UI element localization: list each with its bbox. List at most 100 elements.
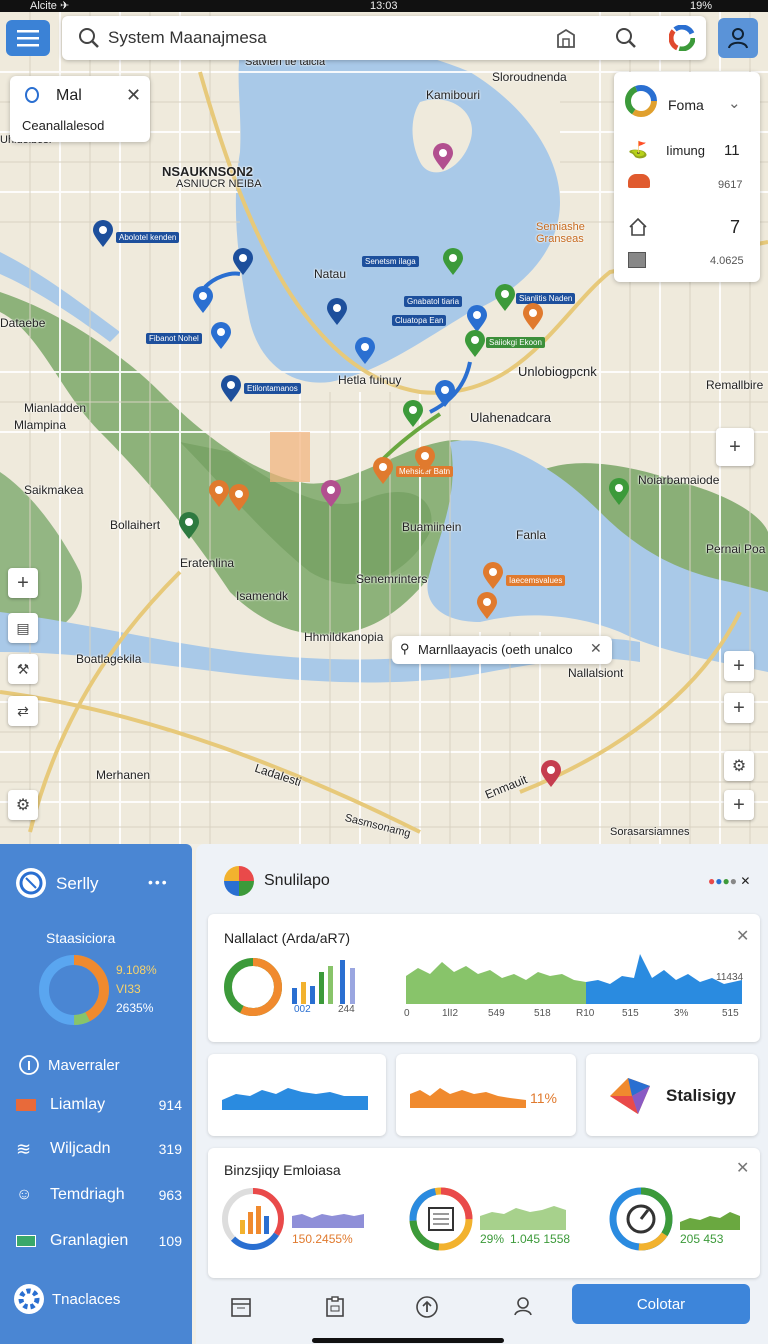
zoom-in-button[interactable]: + — [724, 651, 754, 681]
left-list-item[interactable]: ≋ Wiljcadn 319 — [16, 1134, 182, 1164]
location-pin[interactable] — [522, 303, 544, 331]
color-wheel-icon[interactable] — [668, 24, 696, 52]
location-pin[interactable] — [354, 337, 376, 365]
sparkline-card[interactable] — [208, 1054, 386, 1136]
location-pin[interactable] — [608, 478, 630, 506]
zoom-in-button[interactable]: + — [716, 428, 754, 466]
search-bar[interactable]: System Maanajmesa — [62, 16, 706, 60]
carrier-label: Alcite ✈ — [30, 0, 70, 12]
location-pin[interactable] — [92, 220, 114, 248]
search-icon[interactable] — [612, 24, 640, 52]
clipboard-icon[interactable] — [320, 1292, 350, 1322]
pie-icon — [224, 866, 254, 896]
left-list-item[interactable]: ☺ Temdriagh 963 — [16, 1180, 182, 1210]
close-icon[interactable]: ✕ — [736, 926, 749, 946]
layers-icon — [625, 85, 657, 117]
left-list-item[interactable]: Granlagien 109 — [16, 1226, 182, 1256]
location-pin[interactable] — [320, 480, 342, 508]
sparkline-chart — [410, 1088, 526, 1108]
zoom-in-button[interactable]: + — [724, 693, 754, 723]
location-pin[interactable] — [402, 400, 424, 428]
zoom-in-button[interactable]: + — [8, 568, 38, 598]
location-pin[interactable] — [494, 284, 516, 312]
chevron-down-icon[interactable]: ⌄ — [728, 94, 741, 112]
location-pin[interactable] — [464, 330, 486, 358]
hardhat-icon — [628, 174, 650, 188]
more-icon[interactable]: ●●●● ✕ — [708, 874, 750, 888]
location-pin[interactable] — [208, 480, 230, 508]
location-pin[interactable] — [178, 512, 200, 540]
right-panel: Snulilapo ●●●● ✕ Nallalact (Arda/aR7) ✕ … — [196, 844, 768, 1344]
axis-tick: 515 — [622, 1008, 639, 1019]
map-label: Merhanen — [96, 768, 151, 782]
map-label: Sloroudnenda — [492, 70, 567, 84]
location-title: Mal — [56, 87, 82, 104]
metric-value: 1.045 1558 — [510, 1232, 571, 1246]
location-pin[interactable] — [220, 375, 242, 403]
hamburger-icon — [17, 30, 39, 47]
building-icon[interactable] — [552, 24, 580, 52]
location-pin[interactable] — [432, 143, 454, 171]
map-label: Eratenlina — [180, 556, 235, 570]
map-label: Sorasarsiamnes — [610, 826, 690, 838]
left-footer-label[interactable]: Tnaclaces — [52, 1291, 120, 1308]
calendar-icon[interactable] — [226, 1292, 256, 1322]
left-list-item[interactable]: Liamlay 914 — [16, 1090, 182, 1120]
primary-action-button[interactable]: Colotar — [572, 1284, 750, 1324]
location-pin[interactable] — [476, 592, 498, 620]
bar-label: 002 — [294, 1004, 311, 1015]
location-pin[interactable] — [326, 298, 348, 326]
location-pin[interactable] — [414, 446, 436, 474]
layer-title: Foma — [668, 97, 704, 113]
user-group-icon[interactable] — [508, 1292, 538, 1322]
strategy-card[interactable]: Stalisigy — [586, 1054, 758, 1136]
more-icon[interactable]: ••• — [148, 874, 169, 890]
location-pin[interactable] — [466, 305, 488, 333]
profile-button[interactable] — [718, 18, 758, 58]
donut-title: Staasiciora — [46, 930, 116, 946]
settings-icon[interactable] — [12, 1282, 46, 1316]
axis-tick: 518 — [534, 1008, 551, 1019]
gear-icon[interactable]: ⚙ — [724, 751, 754, 781]
map-label: Unlobiogpcnk — [518, 364, 597, 379]
sparkline-card[interactable]: 11% — [396, 1054, 576, 1136]
axis-tick: 3% — [674, 1008, 689, 1019]
location-pin[interactable] — [482, 562, 504, 590]
location-pin[interactable] — [192, 286, 214, 314]
sparkline-chart — [292, 1214, 364, 1228]
location-card[interactable]: Mal ✕ Ceanallalesod — [10, 76, 150, 142]
zoom-in-button[interactable]: + — [724, 790, 754, 820]
donut-value: 9.108% — [116, 963, 157, 977]
area-peak: 11434 — [716, 972, 744, 983]
status-bar: Alcite ✈ 13:03 19% — [0, 0, 768, 12]
upload-icon[interactable] — [412, 1292, 442, 1322]
location-pin[interactable] — [210, 322, 232, 350]
map-search-popup[interactable]: ⚲ Marnllaayacis (oeth unalco ✕ — [392, 636, 612, 664]
map-label: Senemrinters — [356, 572, 428, 586]
tools-icon[interactable]: ⚒ — [8, 654, 38, 684]
location-pin[interactable] — [372, 457, 394, 485]
pin-icon — [25, 87, 39, 103]
menu-button[interactable] — [6, 20, 50, 56]
search-input[interactable]: System Maanajmesa — [108, 28, 267, 48]
donut-chart — [39, 955, 109, 1025]
info-icon — [19, 1055, 39, 1075]
book-icon[interactable]: ▤ — [8, 613, 38, 643]
arrows-icon[interactable]: ⇄ — [8, 696, 38, 726]
axis-tick: 515 — [722, 1008, 739, 1019]
popup-text: Marnllaayacis (oeth unalco — [418, 642, 573, 657]
mini-bar-chart — [292, 960, 355, 1004]
wind-icon: ≋ — [16, 1138, 32, 1159]
map-label: Bollaihert — [110, 518, 161, 532]
close-icon[interactable]: ✕ — [590, 640, 602, 657]
location-pin[interactable] — [228, 484, 250, 512]
location-pin[interactable] — [540, 760, 562, 788]
location-subtitle: Ceanallalesod — [22, 118, 105, 133]
location-pin[interactable] — [232, 248, 254, 276]
close-icon[interactable]: ✕ — [126, 85, 141, 106]
gear-icon[interactable]: ⚙ — [8, 790, 38, 820]
location-pin[interactable] — [442, 248, 464, 276]
location-pin[interactable] — [434, 380, 456, 408]
close-icon[interactable]: ✕ — [736, 1158, 749, 1178]
map-tag: Etilontamanos — [244, 383, 301, 394]
